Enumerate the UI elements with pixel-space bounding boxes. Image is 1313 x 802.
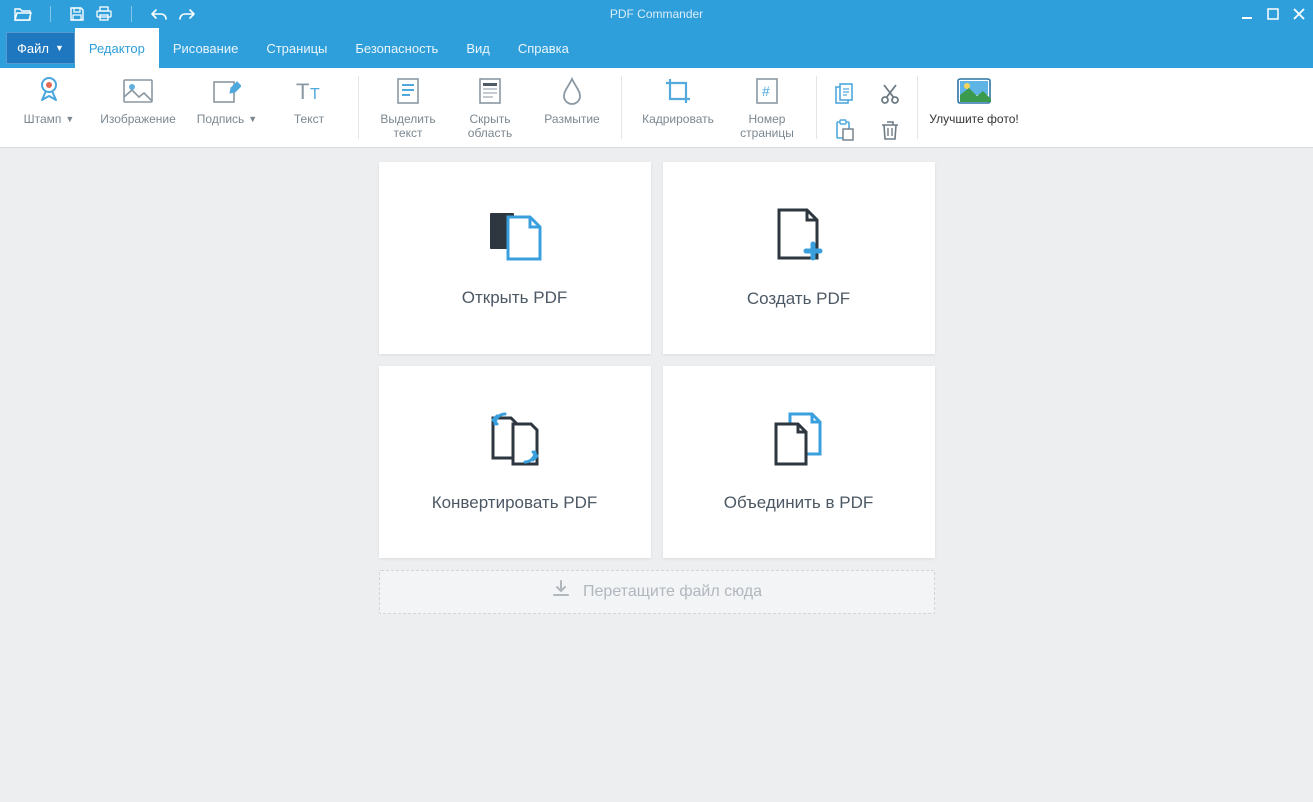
crop-label: Кадрировать: [642, 112, 714, 126]
menu-security-label: Безопасность: [355, 41, 438, 56]
title-bar: PDF Commander: [0, 0, 1313, 28]
photo-icon: [957, 74, 991, 108]
separator: [131, 6, 132, 22]
menu-pages[interactable]: Страницы: [252, 28, 341, 68]
hide-area-button[interactable]: Скрыть область: [449, 74, 531, 140]
ribbon-group-insert: Штамп ▼ Изображение Подпись ▼ TT Текст: [0, 68, 358, 147]
hide-area-label: Скрыть область: [468, 112, 512, 140]
ribbon: Штамп ▼ Изображение Подпись ▼ TT Текст: [0, 68, 1313, 148]
signature-button[interactable]: Подпись ▼: [186, 74, 268, 126]
ribbon-group-page: Кадрировать # Номер страницы: [622, 68, 816, 147]
convert-pdf-icon: [485, 410, 545, 471]
menu-security[interactable]: Безопасность: [341, 28, 452, 68]
convert-pdf-card[interactable]: Конвертировать PDF: [379, 366, 651, 558]
svg-text:T: T: [296, 79, 309, 103]
pagenum-label: Номер страницы: [740, 112, 794, 140]
menu-file-label: Файл: [17, 41, 49, 56]
highlight-label: Выделить текст: [380, 112, 435, 140]
drop-zone-row: Перетащите файл сюда: [379, 570, 935, 762]
menu-view-label: Вид: [466, 41, 490, 56]
crop-icon: [664, 74, 692, 108]
open-pdf-label: Открыть PDF: [462, 288, 568, 308]
svg-text:#: #: [762, 83, 770, 99]
blur-label: Размытие: [544, 112, 599, 126]
menu-drawing-label: Рисование: [173, 41, 238, 56]
window-controls: [1241, 8, 1305, 20]
ribbon-group-mark: Выделить текст Скрыть область Размытие: [359, 68, 621, 147]
enhance-photo-label: Улучшите фото!: [929, 112, 1018, 126]
crop-button[interactable]: Кадрировать: [630, 74, 726, 126]
drop-zone-label: Перетащите файл сюда: [583, 583, 762, 601]
print-icon[interactable]: [95, 6, 113, 22]
text-button[interactable]: TT Текст: [268, 74, 350, 126]
menu-file[interactable]: Файл ▼: [6, 32, 75, 64]
highlight-button[interactable]: Выделить текст: [367, 74, 449, 140]
image-button[interactable]: Изображение: [90, 74, 186, 126]
chevron-down-icon: ▼: [248, 114, 257, 124]
menu-drawing[interactable]: Рисование: [159, 28, 252, 68]
pagenum-icon: #: [755, 74, 779, 108]
ribbon-group-clipboard: [817, 68, 917, 147]
create-pdf-card[interactable]: Создать PDF: [663, 162, 935, 354]
chevron-down-icon: ▼: [65, 114, 74, 124]
quick-access-toolbar: [0, 6, 196, 22]
paste-button[interactable]: [825, 114, 863, 146]
menu-help-label: Справка: [518, 41, 569, 56]
convert-pdf-label: Конвертировать PDF: [432, 493, 598, 513]
minimize-icon[interactable]: [1241, 8, 1253, 20]
open-pdf-card[interactable]: Открыть PDF: [379, 162, 651, 354]
stamp-label: Штамп: [24, 112, 62, 126]
image-label: Изображение: [100, 112, 176, 126]
blur-icon: [561, 74, 583, 108]
app-title: PDF Commander: [610, 7, 703, 21]
cut-button[interactable]: [871, 78, 909, 110]
copy-button[interactable]: [825, 78, 863, 110]
delete-button[interactable]: [871, 114, 909, 146]
signature-label: Подпись: [197, 112, 245, 126]
merge-pdf-icon: [770, 410, 828, 471]
signature-icon: [213, 74, 241, 108]
create-pdf-label: Создать PDF: [747, 289, 850, 309]
highlight-icon: [396, 74, 420, 108]
redo-icon[interactable]: [178, 8, 196, 20]
chevron-down-icon: ▼: [55, 43, 64, 53]
menu-help[interactable]: Справка: [504, 28, 583, 68]
save-icon[interactable]: [69, 6, 85, 22]
pagenum-button[interactable]: # Номер страницы: [726, 74, 808, 140]
undo-icon[interactable]: [150, 8, 168, 20]
open-icon[interactable]: [14, 7, 32, 21]
workspace: Открыть PDF Создать PDF К: [0, 148, 1313, 802]
drop-zone[interactable]: Перетащите файл сюда: [379, 570, 935, 614]
download-icon: [551, 579, 571, 604]
text-icon: TT: [294, 74, 324, 108]
menu-editor[interactable]: Редактор: [75, 28, 159, 68]
start-grid: Открыть PDF Создать PDF К: [379, 162, 935, 762]
svg-text:T: T: [310, 86, 320, 103]
ribbon-group-enhance: Улучшите фото!: [918, 68, 1030, 147]
menu-editor-label: Редактор: [89, 41, 145, 56]
text-label: Текст: [294, 112, 324, 126]
create-pdf-icon: [773, 206, 825, 267]
menu-bar: Файл ▼ Редактор Рисование Страницы Безоп…: [0, 28, 1313, 68]
enhance-photo-button[interactable]: Улучшите фото!: [926, 74, 1022, 126]
open-pdf-icon: [486, 207, 544, 266]
close-icon[interactable]: [1293, 8, 1305, 20]
merge-pdf-label: Объединить в PDF: [724, 493, 874, 513]
separator: [50, 6, 51, 22]
menu-view[interactable]: Вид: [452, 28, 504, 68]
hide-area-icon: [478, 74, 502, 108]
menu-pages-label: Страницы: [266, 41, 327, 56]
stamp-button[interactable]: Штамп ▼: [8, 74, 90, 126]
image-icon: [123, 74, 153, 108]
merge-pdf-card[interactable]: Объединить в PDF: [663, 366, 935, 558]
stamp-icon: [35, 74, 63, 108]
maximize-icon[interactable]: [1267, 8, 1279, 20]
blur-button[interactable]: Размытие: [531, 74, 613, 126]
